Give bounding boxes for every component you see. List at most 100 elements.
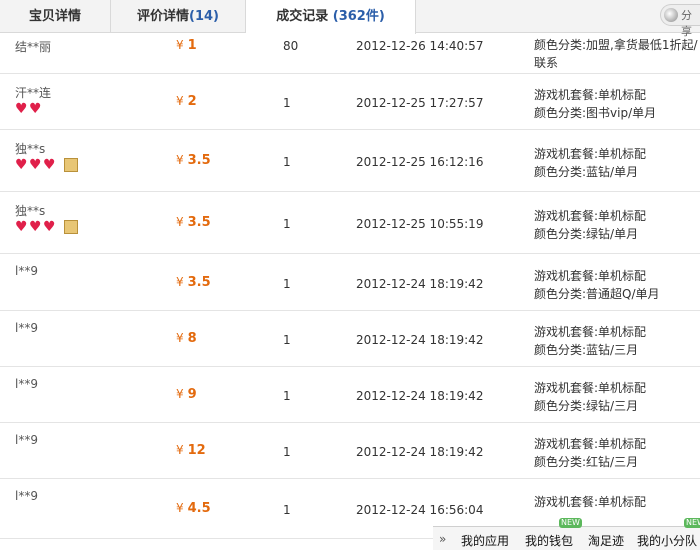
toolbar-my-apps[interactable]: 我的应用 (461, 532, 509, 549)
spec-line: 游戏机套餐:单机标配 (534, 209, 647, 223)
price-value: 12 (187, 443, 206, 458)
price-value: 3.5 (187, 215, 211, 230)
heart-icon: ♥ (15, 157, 28, 173)
spec-line: 联系 (534, 56, 559, 70)
heart-icon: ♥ (29, 219, 42, 235)
buyer-name: l**9 (15, 433, 38, 447)
price: ¥3.5 (176, 215, 211, 230)
table-row: l**9 ¥3.5 1 2012-12-24 18:19:42 游戏机套餐:单机标配 颜色… (0, 254, 700, 311)
currency-symbol: ¥ (176, 38, 184, 52)
purchase-time: 2012-12-24 18:19:42 (356, 277, 484, 291)
quantity: 1 (283, 217, 291, 231)
currency-symbol: ¥ (176, 443, 184, 457)
purchase-time: 2012-12-25 17:27:57 (356, 96, 484, 110)
heart-icon: ♥ (15, 101, 28, 117)
spec-line: 颜色分类:蓝钻/单月 (534, 165, 639, 179)
price: ¥3.5 (176, 153, 211, 168)
price-value: 4.5 (187, 501, 211, 516)
table-row: l**9 ¥8 1 2012-12-24 18:19:42 游戏机套餐:单机标配 颜色分类… (0, 311, 700, 367)
product-spec: 游戏机套餐:单机标配 颜色分类:红钻/三月 (534, 435, 646, 471)
product-spec: 游戏机套餐:单机标配 颜色分类:蓝钻/三月 (534, 323, 646, 359)
purchase-time: 2012-12-24 18:19:42 (356, 445, 484, 459)
buyer-rank: ♥♥♥ (15, 220, 78, 234)
double-chevron-icon[interactable]: » (439, 532, 446, 546)
product-spec: 游戏机套餐:单机标配 (534, 493, 646, 511)
table-row: 结**丽 ¥1 80 2012-12-26 14:40:57 颜色分类:加盟,拿货最低1… (0, 34, 700, 74)
new-badge: NEW (684, 518, 700, 528)
quantity: 1 (283, 503, 291, 517)
buyer-name: l**9 (15, 377, 38, 391)
vip-badge-icon (64, 220, 78, 234)
price-value: 1 (187, 38, 197, 53)
tab-reviews[interactable]: 评价详情(14) (111, 0, 246, 33)
buyer-name: 独**s (15, 142, 46, 156)
spec-line: 游戏机套餐:单机标配 (534, 437, 647, 451)
quantity: 1 (283, 155, 291, 169)
heart-icon: ♥ (15, 219, 28, 235)
purchase-time: 2012-12-26 14:40:57 (356, 39, 484, 53)
toolbar-footprints[interactable]: 淘足迹 (588, 532, 624, 549)
table-row: 汗**连 ♥♥ ¥2 1 2012-12-25 17:27:57 游戏机套餐:单机标配 颜色… (0, 74, 700, 130)
spec-line: 颜色分类:绿钻/单月 (534, 227, 639, 241)
price: ¥12 (176, 443, 206, 458)
share-button[interactable]: 分享 (660, 4, 700, 38)
new-badge: NEW (559, 518, 582, 528)
price-value: 3.5 (187, 275, 211, 290)
price-value: 2 (187, 94, 197, 109)
spec-line: 颜色分类:红钻/三月 (534, 455, 639, 469)
spec-line: 游戏机套餐:单机标配 (534, 381, 647, 395)
purchase-time: 2012-12-24 16:56:04 (356, 503, 484, 517)
currency-symbol: ¥ (176, 215, 184, 229)
price: ¥9 (176, 387, 197, 402)
vip-badge-icon (64, 158, 78, 172)
heart-icon: ♥ (29, 157, 42, 173)
spec-line: 颜色分类:普通超Q/单月 (534, 287, 660, 301)
table-row: l**9 ¥9 1 2012-12-24 18:19:42 游戏机套餐:单机标配 颜色分类… (0, 367, 700, 423)
quantity: 1 (283, 445, 291, 459)
price: ¥3.5 (176, 275, 211, 290)
quantity: 80 (283, 39, 299, 53)
table-row: l**9 ¥12 1 2012-12-24 18:19:42 游戏机套餐:单机标配 颜色分… (0, 423, 700, 479)
buyer-name: 独**s (15, 204, 46, 218)
quantity: 1 (283, 389, 291, 403)
tab-item-details[interactable]: 宝贝详情 (0, 0, 111, 33)
toolbar-my-team[interactable]: 我的小分队 (637, 532, 697, 549)
tab-label: 成交记录 (276, 9, 329, 24)
spec-line: 颜色分类:加盟,拿货最低1折起/ (534, 38, 698, 52)
spec-line: 游戏机套餐:单机标配 (534, 269, 647, 283)
product-spec: 颜色分类:加盟,拿货最低1折起/联系 (534, 36, 698, 72)
quantity: 1 (283, 277, 291, 291)
buyer-name: l**9 (15, 489, 38, 503)
heart-icon: ♥ (43, 219, 56, 235)
transaction-list: 结**丽 ¥1 80 2012-12-26 14:40:57 颜色分类:加盟,拿货最低1… (0, 34, 700, 539)
purchase-time: 2012-12-25 10:55:19 (356, 217, 484, 231)
currency-symbol: ¥ (176, 501, 184, 515)
spec-line: 游戏机套餐:单机标配 (534, 495, 647, 509)
price: ¥4.5 (176, 501, 211, 516)
purchase-time: 2012-12-24 18:19:42 (356, 389, 484, 403)
tab-transactions[interactable]: 成交记录 (362件) (246, 0, 416, 34)
spec-line: 游戏机套餐:单机标配 (534, 88, 647, 102)
spec-line: 游戏机套餐:单机标配 (534, 325, 647, 339)
table-row: 独**s ♥♥♥ ¥3.5 1 2012-12-25 10:55:19 游戏机套餐:单机标… (0, 192, 700, 254)
product-spec: 游戏机套餐:单机标配 颜色分类:绿钻/单月 (534, 207, 646, 243)
tab-bar: 宝贝详情 评价详情(14) 成交记录 (362件) 分享 (0, 0, 700, 38)
currency-symbol: ¥ (176, 94, 184, 108)
product-spec: 游戏机套餐:单机标配 颜色分类:蓝钻/单月 (534, 145, 646, 181)
tab-count: (14) (189, 9, 219, 24)
purchase-time: 2012-12-24 18:19:42 (356, 333, 484, 347)
product-spec: 游戏机套餐:单机标配 颜色分类:图书vip/单月 (534, 86, 656, 122)
buyer-name: l**9 (15, 321, 38, 335)
spec-line: 颜色分类:图书vip/单月 (534, 106, 657, 120)
buyer-rank: ♥♥♥ (15, 158, 78, 172)
purchase-time: 2012-12-25 16:12:16 (356, 155, 484, 169)
price-value: 8 (187, 331, 197, 346)
currency-symbol: ¥ (176, 153, 184, 167)
currency-symbol: ¥ (176, 275, 184, 289)
price: ¥8 (176, 331, 197, 346)
table-row: 独**s ♥♥♥ ¥3.5 1 2012-12-25 16:12:16 游戏机套餐:单机标… (0, 130, 700, 192)
heart-icon: ♥ (29, 101, 42, 117)
toolbar-my-wallet[interactable]: 我的钱包 (525, 532, 573, 549)
price-value: 3.5 (187, 153, 211, 168)
tab-count: (362件) (332, 9, 385, 24)
